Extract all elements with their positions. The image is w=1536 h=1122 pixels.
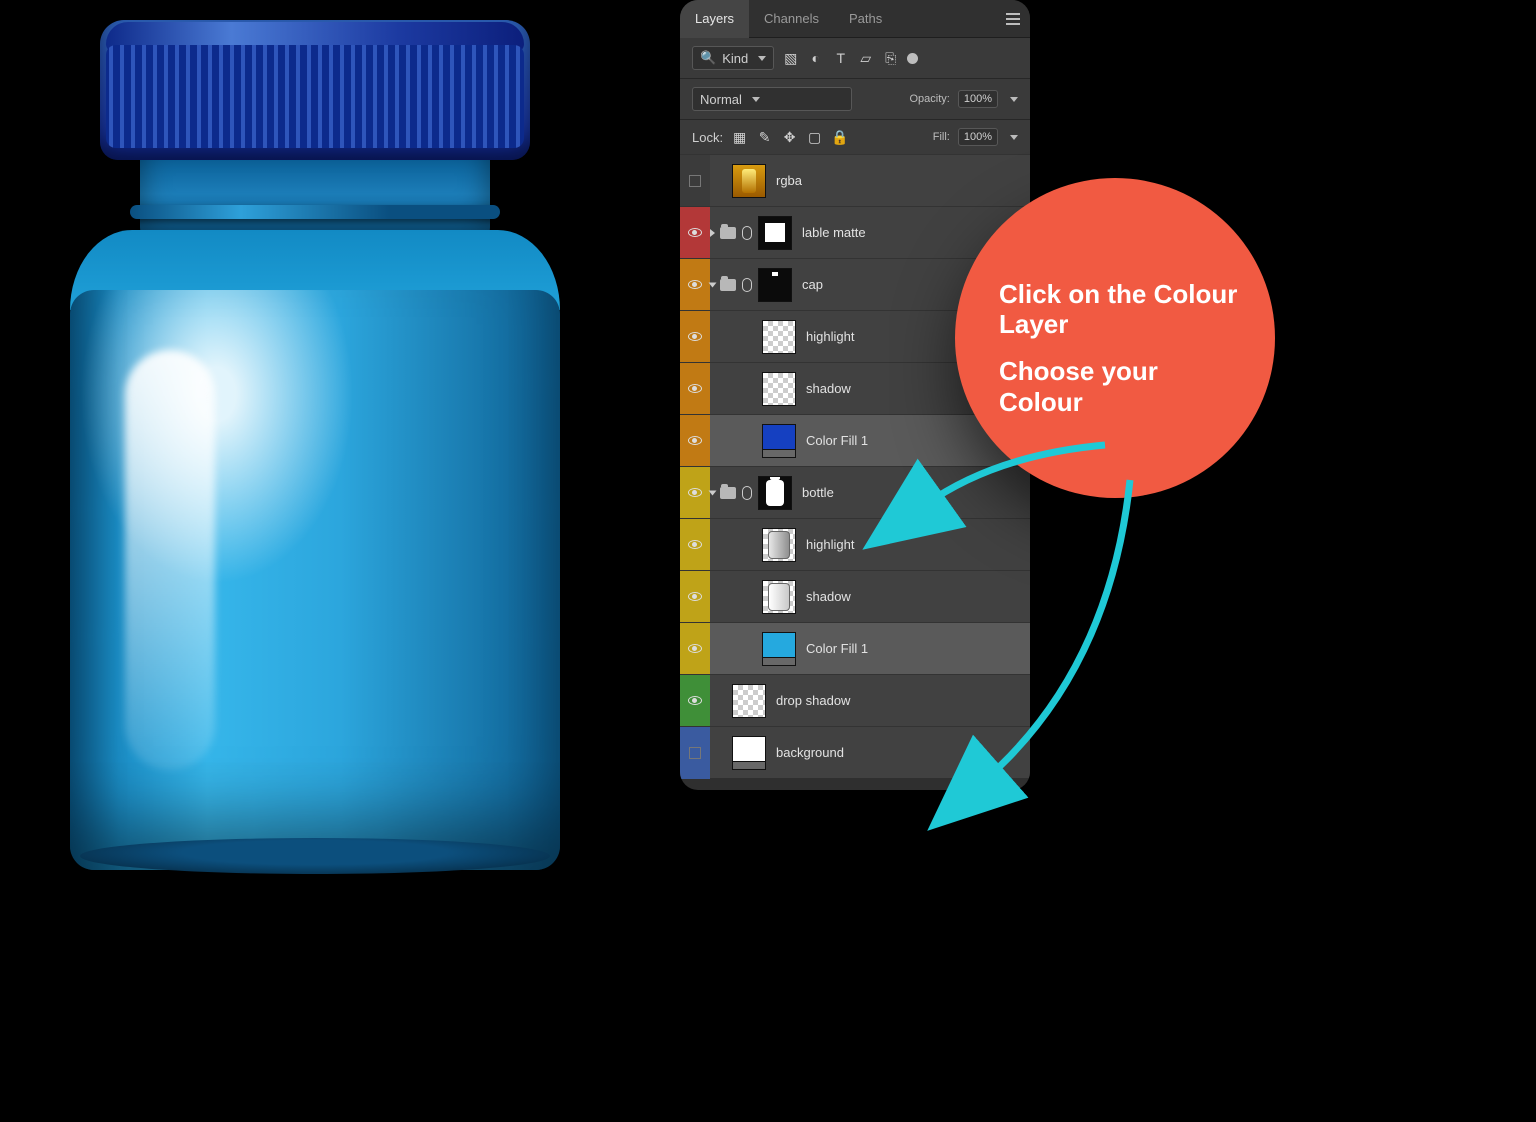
tab-channels[interactable]: Channels — [749, 0, 834, 38]
layer-bottle-shadow[interactable]: shadow — [680, 570, 1030, 622]
visibility-toggle[interactable] — [680, 363, 710, 415]
chevron-down-icon — [752, 97, 760, 102]
layer-thumb[interactable] — [762, 580, 796, 614]
folder-icon — [720, 487, 736, 499]
mask-thumb[interactable] — [758, 476, 792, 510]
opacity-input[interactable]: 100% — [958, 90, 998, 108]
visibility-toggle[interactable] — [680, 415, 710, 467]
layer-thumb[interactable] — [732, 684, 766, 718]
layer-thumb[interactable] — [732, 164, 766, 198]
lock-all-icon[interactable]: 🔒 — [831, 129, 848, 146]
callout-line2: Choose your Colour — [999, 356, 1241, 417]
folder-icon — [720, 227, 736, 239]
layer-thumb[interactable] — [762, 320, 796, 354]
opacity-label: Opacity: — [910, 93, 950, 105]
blend-bar: Normal Opacity: 100% — [680, 79, 1030, 120]
layer-name: shadow — [806, 589, 851, 604]
filter-type-icon[interactable]: T — [832, 50, 849, 66]
bottle-cap — [100, 20, 530, 160]
colorfill-thumb[interactable] — [762, 424, 796, 458]
layer-rgba[interactable]: rgba — [680, 154, 1030, 206]
callout-bubble: Click on the Colour Layer Choose your Co… — [955, 178, 1275, 498]
layer-filter-bar: 🔍 Kind ▧ ◐ T ▱ ⎘ — [680, 38, 1030, 79]
filter-kind-label: Kind — [722, 51, 748, 66]
link-icon — [742, 226, 752, 240]
filter-pixel-icon[interactable]: ▧ — [782, 50, 799, 67]
layer-bottle-group[interactable]: bottle — [680, 466, 1030, 518]
layer-bottle-colorfill[interactable]: Color Fill 1 — [680, 622, 1030, 674]
layer-name: background — [776, 745, 844, 760]
filter-toggle-icon[interactable] — [907, 53, 918, 64]
lock-position-icon[interactable]: ✥ — [781, 129, 798, 146]
visibility-toggle[interactable] — [680, 259, 710, 311]
layer-name: Color Fill 1 — [806, 433, 868, 448]
visibility-toggle[interactable] — [680, 207, 710, 259]
layer-list: rgba lable matte cap highlight — [680, 154, 1030, 778]
disclosure-icon[interactable] — [710, 229, 715, 237]
chevron-down-icon[interactable] — [1010, 135, 1018, 140]
layer-name: shadow — [806, 381, 851, 396]
disclosure-icon[interactable] — [709, 282, 717, 287]
visibility-toggle[interactable] — [680, 623, 710, 675]
layer-background[interactable]: background — [680, 726, 1030, 778]
visibility-toggle[interactable] — [680, 155, 710, 207]
chevron-down-icon — [758, 56, 766, 61]
layer-name: Color Fill 1 — [806, 641, 868, 656]
folder-icon — [720, 279, 736, 291]
layer-label-matte[interactable]: lable matte — [680, 206, 1030, 258]
bottle-body — [70, 290, 560, 870]
layer-bottle-highlight[interactable]: highlight — [680, 518, 1030, 570]
link-icon — [742, 486, 752, 500]
tab-paths[interactable]: Paths — [834, 0, 897, 38]
layer-name: bottle — [802, 485, 834, 500]
layer-thumb[interactable] — [762, 372, 796, 406]
lock-brush-icon[interactable]: ✎ — [756, 129, 773, 146]
lock-bar: Lock: ▦ ✎ ✥ ▢ 🔒 Fill: 100% — [680, 120, 1030, 154]
panel-menu-icon[interactable] — [1006, 13, 1020, 25]
layer-thumb[interactable] — [762, 528, 796, 562]
filter-kind-select[interactable]: 🔍 Kind — [692, 46, 774, 70]
filter-shape-icon[interactable]: ▱ — [857, 50, 874, 67]
callout-line1: Click on the Colour Layer — [999, 279, 1241, 340]
layer-name: lable matte — [802, 225, 866, 240]
visibility-toggle[interactable] — [680, 519, 710, 571]
lock-artboard-icon[interactable]: ▢ — [806, 129, 823, 146]
fill-input[interactable]: 100% — [958, 128, 998, 146]
disclosure-icon[interactable] — [709, 490, 717, 495]
layer-name: highlight — [806, 329, 854, 344]
blend-mode-select[interactable]: Normal — [692, 87, 852, 111]
layer-cap-colorfill[interactable]: Color Fill 1 — [680, 414, 1030, 466]
layer-thumb[interactable] — [732, 736, 766, 770]
panel-tabs: Layers Channels Paths — [680, 0, 1030, 38]
tab-layers[interactable]: Layers — [680, 0, 749, 38]
fill-label: Fill: — [933, 131, 950, 143]
link-icon — [742, 278, 752, 292]
visibility-toggle[interactable] — [680, 311, 710, 363]
layer-name: drop shadow — [776, 693, 850, 708]
layer-name: cap — [802, 277, 823, 292]
layer-name: rgba — [776, 173, 802, 188]
bottle-mockup — [70, 20, 560, 890]
lock-transparency-icon[interactable]: ▦ — [731, 129, 748, 146]
visibility-toggle[interactable] — [680, 571, 710, 623]
visibility-toggle[interactable] — [680, 467, 710, 519]
mask-thumb[interactable] — [758, 268, 792, 302]
search-icon: 🔍 — [700, 50, 716, 66]
filter-smart-icon[interactable]: ⎘ — [882, 50, 899, 67]
blend-mode-value: Normal — [700, 92, 742, 107]
filter-adjust-icon[interactable]: ◐ — [807, 50, 824, 66]
layer-name: highlight — [806, 537, 854, 552]
lock-label: Lock: — [692, 130, 723, 145]
visibility-toggle[interactable] — [680, 727, 710, 779]
layer-drop-shadow[interactable]: drop shadow — [680, 674, 1030, 726]
colorfill-thumb[interactable] — [762, 632, 796, 666]
chevron-down-icon[interactable] — [1010, 97, 1018, 102]
mask-thumb[interactable] — [758, 216, 792, 250]
visibility-toggle[interactable] — [680, 675, 710, 727]
